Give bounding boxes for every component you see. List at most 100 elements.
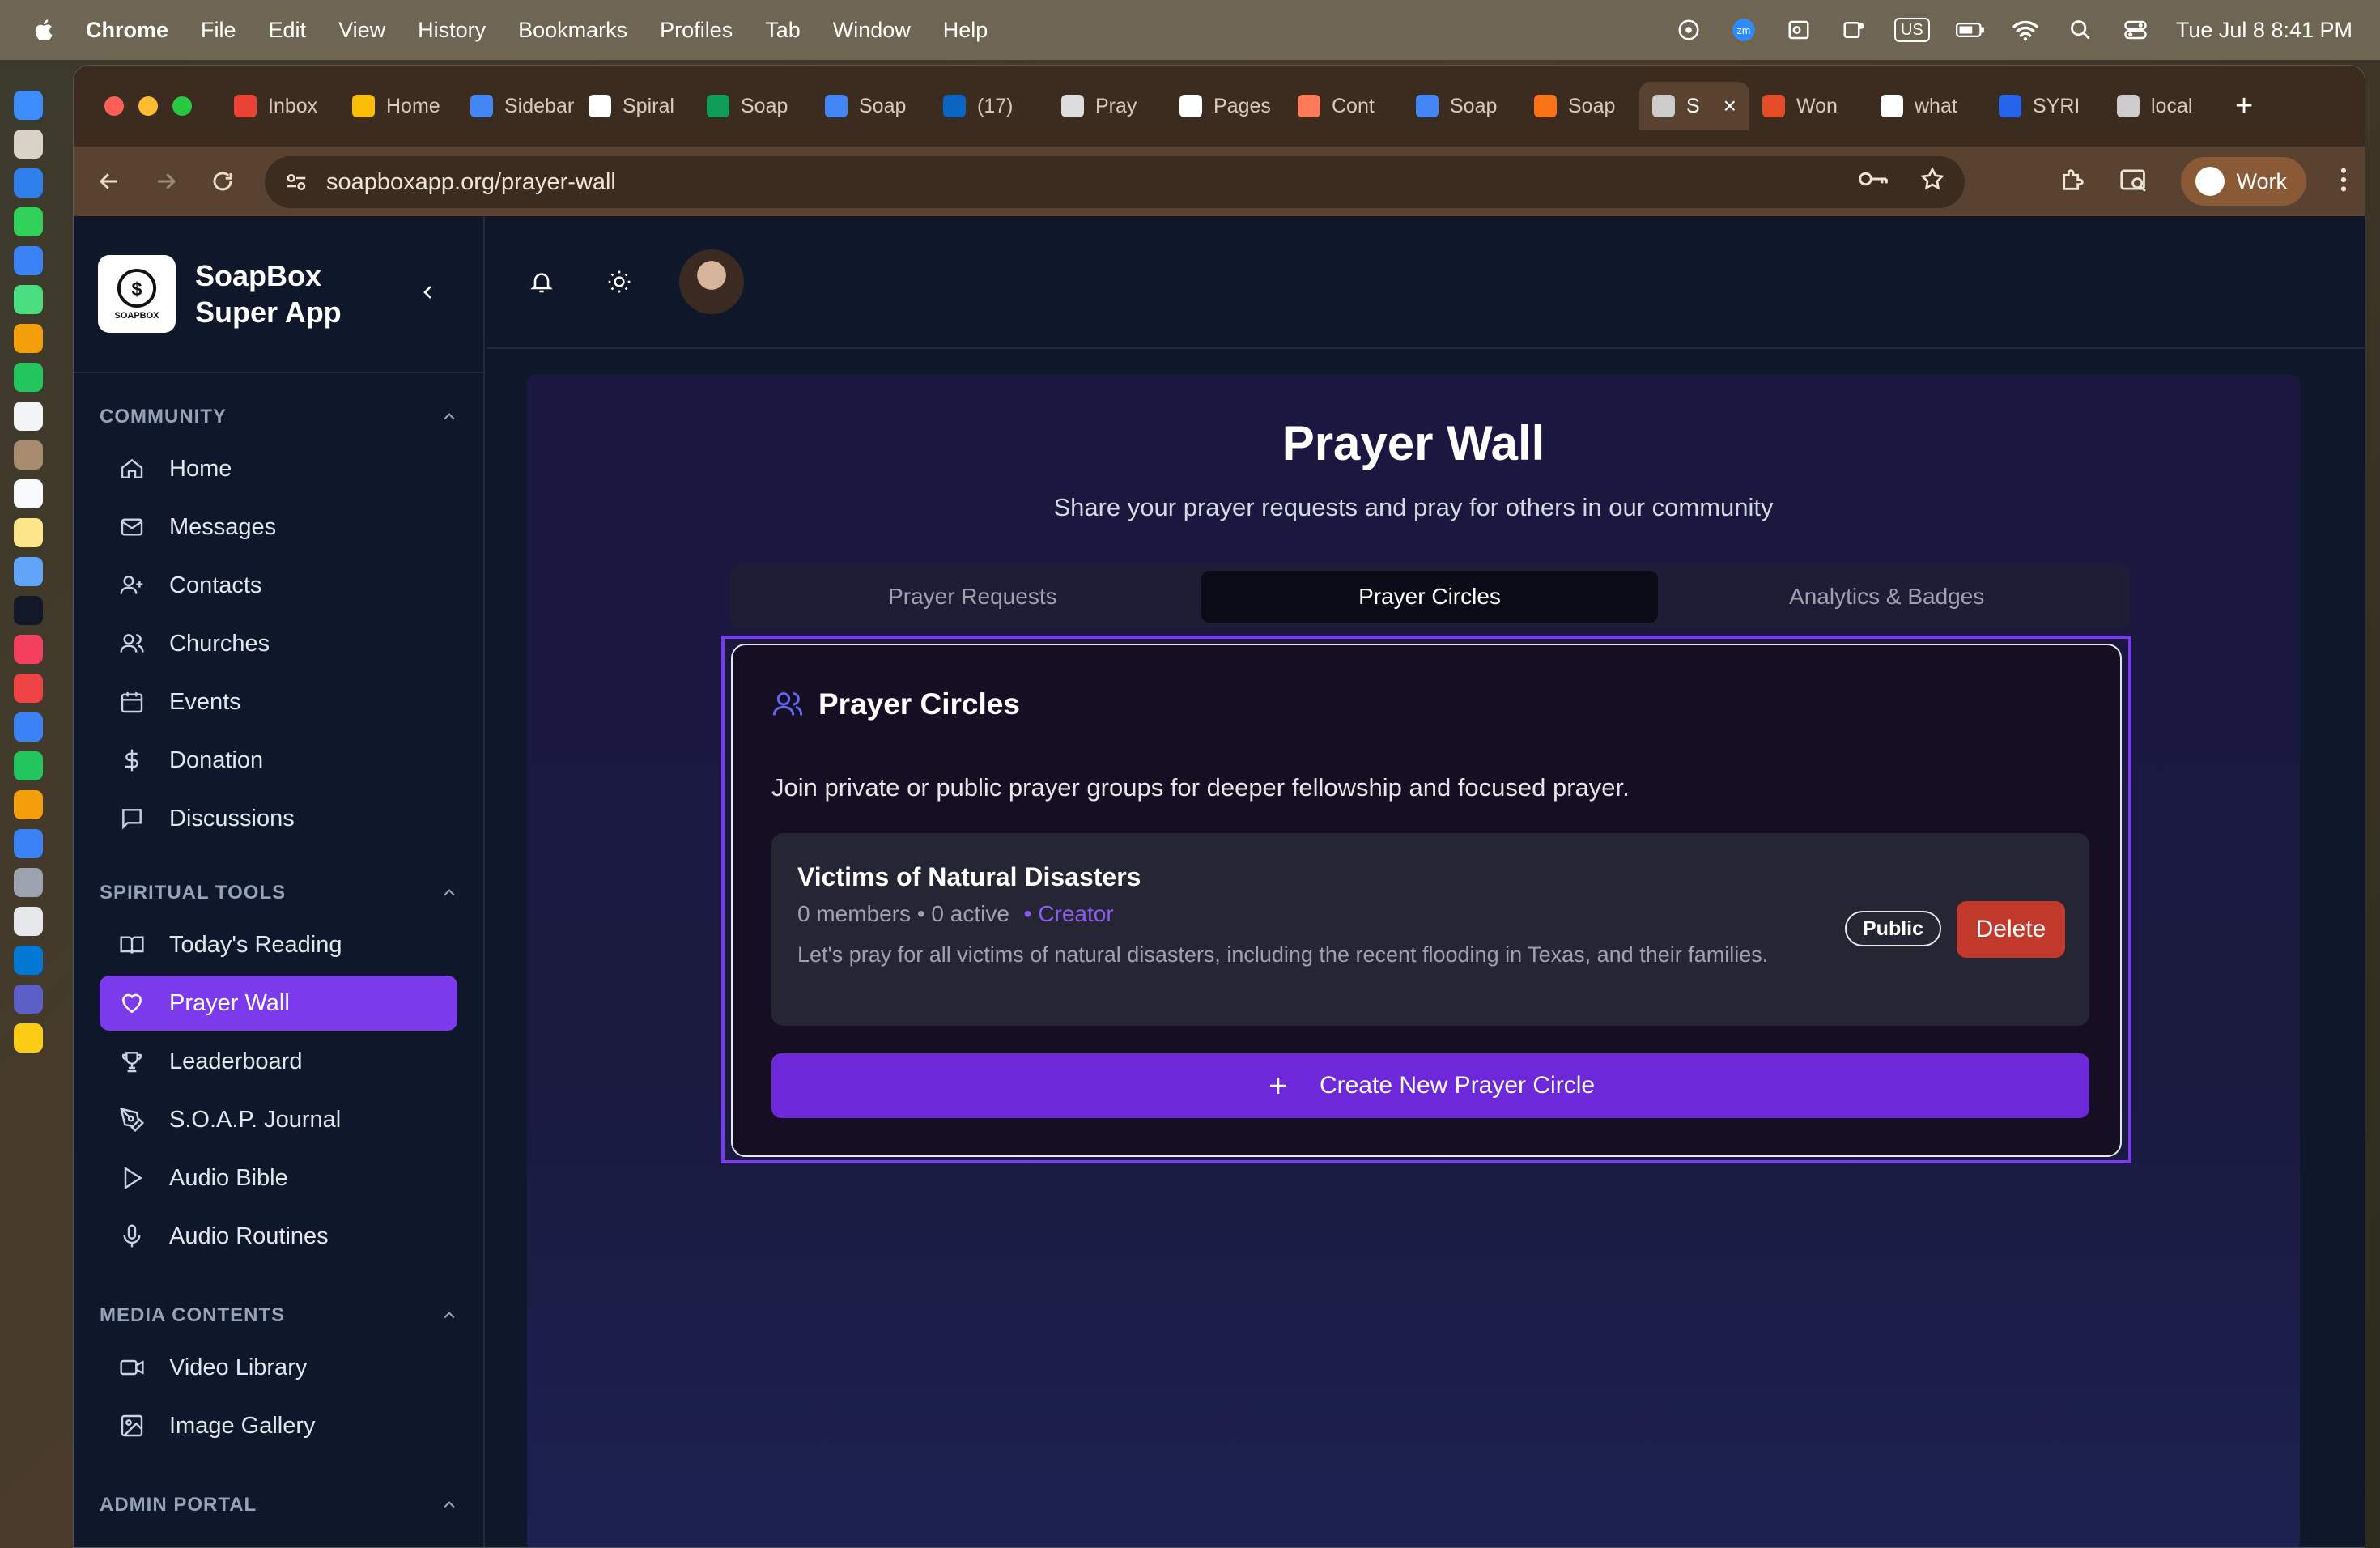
dock-calendar-icon[interactable] xyxy=(14,402,43,431)
create-prayer-circle-button[interactable]: Create New Prayer Circle xyxy=(771,1053,2089,1118)
browser-tab[interactable]: what xyxy=(1868,82,1986,130)
zoom-status-icon[interactable]: zm xyxy=(1729,18,1758,42)
zoom-window-button[interactable] xyxy=(172,96,192,116)
browser-tab[interactable]: (17) xyxy=(930,82,1048,130)
dock-photos-icon[interactable] xyxy=(14,324,43,353)
wifi-icon[interactable] xyxy=(2011,18,2040,42)
menubar-clock[interactable]: Tue Jul 8 8:41 PM xyxy=(2176,18,2352,43)
chrome-menu-icon[interactable] xyxy=(2339,166,2348,198)
dock-outlook-icon[interactable] xyxy=(14,946,43,975)
browser-tab[interactable]: Soap xyxy=(1403,82,1521,130)
menu-tab[interactable]: Tab xyxy=(765,18,801,43)
dock-mail-icon[interactable] xyxy=(14,246,43,275)
dock-music-icon[interactable] xyxy=(14,635,43,664)
browser-tab[interactable]: Spiral xyxy=(576,82,694,130)
battery-icon[interactable] xyxy=(1955,18,1985,42)
apple-icon[interactable] xyxy=(32,18,53,42)
browser-tab[interactable]: Pages xyxy=(1167,82,1285,130)
tab-prayer-circles[interactable]: Prayer Circles xyxy=(1201,571,1659,623)
back-button[interactable] xyxy=(85,157,134,206)
nav-audio-routines[interactable]: Audio Routines xyxy=(100,1209,457,1264)
menu-help[interactable]: Help xyxy=(943,18,988,43)
browser-tab[interactable]: Soap xyxy=(812,82,930,130)
forward-button[interactable] xyxy=(142,157,190,206)
nav-home[interactable]: Home xyxy=(100,441,457,496)
browser-tab[interactable]: SYRI xyxy=(1986,82,2104,130)
nav-leaderboard[interactable]: Leaderboard xyxy=(100,1034,457,1089)
close-tab-icon[interactable]: × xyxy=(1723,93,1736,119)
browser-tab[interactable]: Soap xyxy=(694,82,812,130)
soapbox-logo[interactable]: $ SOAPBOX xyxy=(98,255,176,333)
dock-preview-icon[interactable] xyxy=(14,907,43,936)
dock-finder-icon[interactable] xyxy=(14,91,43,120)
browser-tab[interactable]: Cont xyxy=(1285,82,1403,130)
nav-discussions[interactable]: Discussions xyxy=(100,791,457,846)
dock-notes-icon[interactable] xyxy=(14,518,43,547)
dock-messages-icon[interactable] xyxy=(14,207,43,236)
spotlight-search-icon[interactable] xyxy=(2066,18,2095,42)
dock-settings-icon[interactable] xyxy=(14,868,43,897)
bookmark-star-icon[interactable] xyxy=(1919,166,1945,198)
dock-reminders-icon[interactable] xyxy=(14,479,43,508)
browser-tab[interactable]: Sidebar xyxy=(457,82,576,130)
dock-maps-icon[interactable] xyxy=(14,285,43,314)
browser-tab[interactable]: Pray xyxy=(1048,82,1167,130)
menu-bookmarks[interactable]: Bookmarks xyxy=(518,18,627,43)
reload-button[interactable] xyxy=(198,157,247,206)
extensions-puzzle-icon[interactable] xyxy=(2059,166,2087,198)
browser-tab[interactable]: Soap xyxy=(1521,82,1639,130)
section-header-media-contents[interactable]: MEDIA CONTENTS xyxy=(100,1291,457,1340)
section-header-spiritual-tools[interactable]: SPIRITUAL TOOLS xyxy=(100,869,457,917)
dock-tv-icon[interactable] xyxy=(14,596,43,625)
accessibility-status-icon[interactable] xyxy=(1674,18,1703,42)
keyboard-input-indicator[interactable]: US xyxy=(1893,18,1930,42)
nav-messages[interactable]: Messages xyxy=(100,500,457,555)
tab-analytics-badges[interactable]: Analytics & Badges xyxy=(1658,571,2115,623)
dock-safari-icon[interactable] xyxy=(14,168,43,198)
browser-tab[interactable]: Inbox xyxy=(221,82,339,130)
menu-profiles[interactable]: Profiles xyxy=(660,18,733,43)
teams-status-icon[interactable] xyxy=(1839,18,1868,42)
url-text[interactable]: soapboxapp.org/prayer-wall xyxy=(326,169,616,196)
site-settings-icon[interactable] xyxy=(276,162,317,202)
browser-tab[interactable]: Home xyxy=(339,82,457,130)
dock-numbers-icon[interactable] xyxy=(14,751,43,780)
menu-window[interactable]: Window xyxy=(833,18,911,43)
tab-prayer-requests[interactable]: Prayer Requests xyxy=(744,571,1201,623)
nav-soap-journal[interactable]: S.O.A.P. Journal xyxy=(100,1092,457,1147)
browser-tab[interactable]: local xyxy=(2104,82,2222,130)
dock-news-icon[interactable] xyxy=(14,674,43,703)
menu-file[interactable]: File xyxy=(201,18,236,43)
outlook-status-icon[interactable] xyxy=(1784,18,1813,42)
profile-button[interactable]: Work xyxy=(2181,157,2306,206)
nav-donation[interactable]: Donation xyxy=(100,733,457,788)
dock-freeform-icon[interactable] xyxy=(14,557,43,586)
dock-chrome-icon[interactable] xyxy=(14,1023,43,1053)
dock-pages-icon[interactable] xyxy=(14,790,43,819)
nav-todays-reading[interactable]: Today's Reading xyxy=(100,917,457,972)
collapse-sidebar-button[interactable] xyxy=(414,278,443,307)
notifications-button[interactable] xyxy=(527,267,556,296)
nav-image-gallery[interactable]: Image Gallery xyxy=(100,1398,457,1453)
nav-churches[interactable]: Churches xyxy=(100,616,457,671)
password-key-icon[interactable] xyxy=(1858,167,1889,198)
close-window-button[interactable] xyxy=(104,96,124,116)
menu-history[interactable]: History xyxy=(418,18,486,43)
browser-tab-active[interactable]: S × xyxy=(1639,82,1749,130)
menu-edit[interactable]: Edit xyxy=(269,18,307,43)
nav-contacts[interactable]: Contacts xyxy=(100,558,457,613)
address-bar[interactable]: soapboxapp.org/prayer-wall xyxy=(265,156,1965,208)
tab-search-icon[interactable] xyxy=(2119,166,2148,198)
new-tab-button[interactable]: + xyxy=(2235,89,2253,124)
dock-app-store-icon[interactable] xyxy=(14,829,43,858)
nav-audio-bible[interactable]: Audio Bible xyxy=(100,1150,457,1206)
menu-view[interactable]: View xyxy=(338,18,385,43)
section-header-community[interactable]: COMMUNITY xyxy=(100,393,457,441)
user-avatar[interactable] xyxy=(679,249,744,314)
dock-launchpad-icon[interactable] xyxy=(14,130,43,159)
dock-facetime-icon[interactable] xyxy=(14,363,43,392)
control-center-icon[interactable] xyxy=(2121,18,2150,42)
nav-prayer-wall[interactable]: Prayer Wall xyxy=(100,976,457,1031)
dock-teams-icon[interactable] xyxy=(14,985,43,1014)
nav-video-library[interactable]: Video Library xyxy=(100,1340,457,1395)
